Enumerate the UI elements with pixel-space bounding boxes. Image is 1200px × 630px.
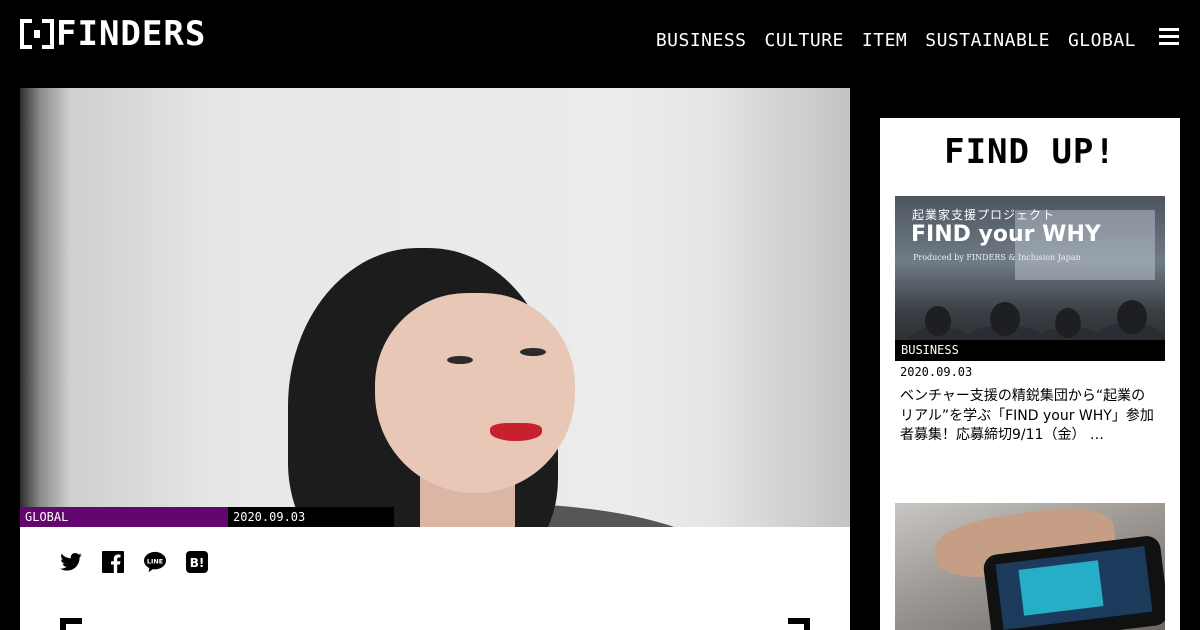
- article-panel: LINE B!: [20, 527, 850, 630]
- main-nav: BUSINESS CULTURE ITEM SUSTAINABLE GLOBAL: [656, 30, 1136, 51]
- logo-bracket-icon: [20, 19, 54, 49]
- hero-photo[interactable]: [20, 88, 850, 527]
- thumbnail-credit: Produced by FINDERS & Inclusion Japan: [913, 253, 1081, 262]
- category-badge[interactable]: GLOBAL: [20, 507, 228, 527]
- article-date: 2020.09.03: [228, 507, 394, 527]
- article-thumbnail[interactable]: 起業家支援プロジェクト FIND your WHY Produced by FI…: [895, 196, 1165, 361]
- line-icon[interactable]: LINE: [144, 551, 166, 573]
- find-up-sidebar: FIND UP! 起業家支援プロジェクト FIND your WHY Produ…: [880, 118, 1180, 630]
- svg-text:B!: B!: [190, 556, 205, 570]
- sidebar-heading: FIND UP!: [944, 132, 1116, 172]
- thumbnail-caption: 起業家支援プロジェクト: [912, 208, 1056, 222]
- article-thumbnail-2[interactable]: [895, 503, 1165, 630]
- hatena-bookmark-icon[interactable]: B!: [186, 551, 208, 573]
- article-date: 2020.09.03: [900, 365, 973, 379]
- nav-sustainable[interactable]: SUSTAINABLE: [925, 30, 1050, 51]
- nav-global[interactable]: GLOBAL: [1068, 30, 1136, 51]
- category-badge[interactable]: BUSINESS: [895, 340, 1165, 361]
- logo-text: FINDERS: [56, 14, 207, 54]
- article-title[interactable]: ベンチャー支援の精鋭集団から“起業のリアル”を学ぶ「FIND your WHY」…: [895, 387, 1157, 446]
- svg-text:LINE: LINE: [147, 557, 163, 565]
- twitter-icon[interactable]: [60, 551, 82, 573]
- nav-culture[interactable]: CULTURE: [765, 30, 844, 51]
- nav-item[interactable]: ITEM: [862, 30, 907, 51]
- bracket-corner-left: [60, 618, 82, 630]
- thumbnail-title: FIND your WHY: [911, 222, 1101, 247]
- finders-logo[interactable]: FINDERS: [20, 14, 207, 54]
- article-card[interactable]: 起業家支援プロジェクト FIND your WHY Produced by FI…: [895, 196, 1165, 446]
- nav-business[interactable]: BUSINESS: [656, 30, 747, 51]
- share-buttons: LINE B!: [60, 551, 208, 573]
- hero-meta: GLOBAL 2020.09.03: [20, 507, 394, 527]
- bracket-corner-right: [788, 618, 810, 630]
- facebook-icon[interactable]: [102, 551, 124, 573]
- hamburger-menu-icon[interactable]: [1159, 28, 1179, 46]
